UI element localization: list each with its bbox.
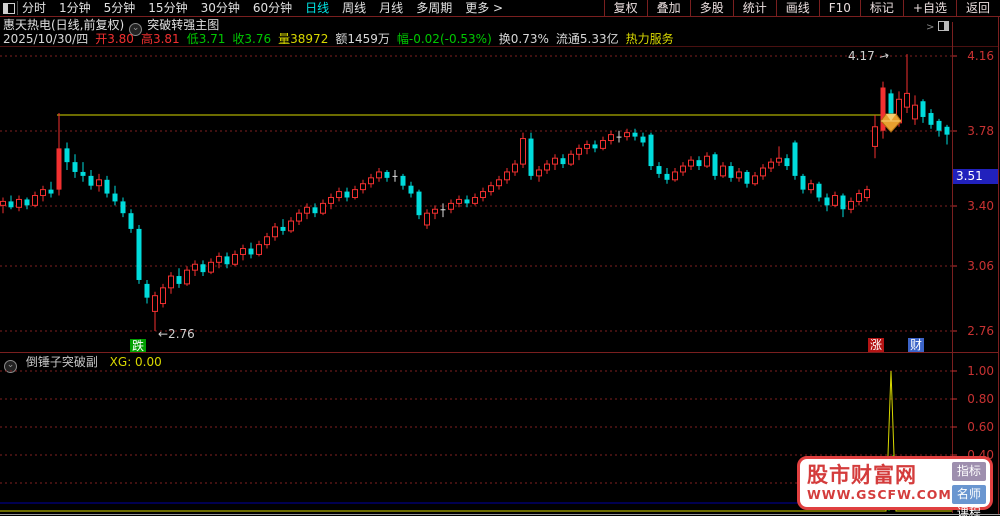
- period-tab-9[interactable]: 多周期: [416, 1, 452, 15]
- price-axis-label-1: 3.78: [967, 124, 994, 138]
- period-tab-0[interactable]: 分时: [22, 1, 46, 15]
- watermark-box: 股市财富网 WWW.GSCFW.COM 指标分享 名师课程: [797, 456, 993, 516]
- toolbar-buttons: 复权 叠加 多股 统计 画线 F10 标记 +自选 返回: [603, 0, 999, 16]
- watermark-title: 股市财富网: [807, 463, 917, 487]
- info-field-6: 额1459万: [335, 32, 390, 46]
- info-field-7: 幅-0.02(-0.53%): [396, 32, 492, 46]
- signal-badge-rise: 涨: [868, 338, 884, 352]
- low-price-annotation: ←2.76: [158, 327, 195, 341]
- indicator-axis-label-1: 0.80: [967, 392, 994, 406]
- toolbar-divider: [17, 1, 18, 15]
- info-field-2: 高3.81: [140, 32, 180, 46]
- info-field-1: 开3.80: [95, 32, 134, 46]
- tdx-window: 分时 1分钟 5分钟 15分钟 30分钟 60分钟 日线 周线 月线 多周期 更多 > 复权 叠加 多股…: [0, 0, 1000, 516]
- period-tabs: 分时 1分钟 5分钟 15分钟 30分钟 60分钟 日线 周线 月线 多周期 更多 >: [22, 0, 516, 16]
- title-right-controls: >: [926, 21, 952, 33]
- info-field-5: 量38972: [278, 32, 329, 46]
- period-tab-3[interactable]: 15分钟: [148, 1, 187, 15]
- price-axis-label-0: 4.16: [967, 49, 994, 63]
- period-tab-8[interactable]: 月线: [379, 1, 403, 15]
- indicator-axis-label-0: 1.00: [967, 364, 994, 378]
- watermark-badge-2: 名师课程: [951, 485, 986, 516]
- toolbar-button-6[interactable]: 标记: [859, 0, 903, 16]
- period-tab-6[interactable]: 日线: [305, 1, 329, 15]
- panel-layout-icon[interactable]: [938, 21, 950, 31]
- price-axis-label-2: 3.40: [967, 199, 994, 213]
- main-indicator-name[interactable]: 突破转强主图: [147, 18, 219, 32]
- window-bottom-border: [0, 514, 1000, 515]
- chevron-right-icon[interactable]: >: [926, 22, 934, 33]
- period-tab-5[interactable]: 60分钟: [253, 1, 292, 15]
- toolbar-button-4[interactable]: 画线: [775, 0, 819, 16]
- cursor-price-label: 3.51: [953, 169, 998, 184]
- toolbar-button-2[interactable]: 多股: [689, 0, 733, 16]
- arrow-right-icon: →: [877, 47, 891, 65]
- toolbar-button-1[interactable]: 叠加: [646, 0, 690, 16]
- main-candles-chart[interactable]: [0, 47, 1000, 353]
- toolbar-button-8[interactable]: 返回: [955, 0, 999, 16]
- title-bar: 惠天热电(日线,前复权) ⌄ 突破转强主图: [3, 18, 219, 36]
- toolbar-bottom-border: [0, 16, 1000, 17]
- period-tab-4[interactable]: 30分钟: [201, 1, 240, 15]
- info-field-10: 热力服务: [625, 32, 674, 46]
- toolbar-button-0[interactable]: 复权: [603, 0, 647, 16]
- info-field-4: 收3.76: [232, 32, 272, 46]
- toolbar-button-5[interactable]: F10: [818, 0, 860, 16]
- info-field-8: 换0.73%: [498, 32, 549, 46]
- period-tab-1[interactable]: 1分钟: [59, 1, 91, 15]
- high-price-annotation: 4.17 →: [848, 47, 891, 65]
- info-field-0: 2025/10/30/四: [3, 32, 89, 46]
- period-tab-7[interactable]: 周线: [342, 1, 366, 15]
- ohlc-info-bar: 2025/10/30/四 开3.80 高3.81 低3.71 收3.76 量38972 额1…: [3, 32, 681, 46]
- watermark-badge-1: 指标分享: [951, 462, 986, 497]
- info-field-3: 低3.71: [186, 32, 226, 46]
- price-axis-label-3: 3.06: [967, 259, 994, 273]
- layout-icon[interactable]: [3, 3, 15, 14]
- info-field-9: 流通5.33亿: [555, 32, 619, 46]
- period-tab-2[interactable]: 5分钟: [104, 1, 136, 15]
- toolbar-button-7[interactable]: +自选: [902, 0, 956, 16]
- top-toolbar: 分时 1分钟 5分钟 15分钟 30分钟 60分钟 日线 周线 月线 多周期 更多 > 复权 叠加 多股…: [0, 0, 1000, 16]
- period-tab-10[interactable]: 更多 >: [465, 1, 503, 15]
- signal-badge-fall: 跌: [130, 339, 146, 353]
- stock-title: 惠天热电(日线,前复权): [3, 18, 125, 32]
- signal-badge-wealth: 财: [908, 338, 924, 352]
- watermark-url: WWW.GSCFW.COM: [807, 487, 952, 502]
- toolbar-button-3[interactable]: 统计: [732, 0, 776, 16]
- indicator-axis-label-2: 0.60: [967, 420, 994, 434]
- price-axis-label-4: 2.76: [967, 324, 994, 338]
